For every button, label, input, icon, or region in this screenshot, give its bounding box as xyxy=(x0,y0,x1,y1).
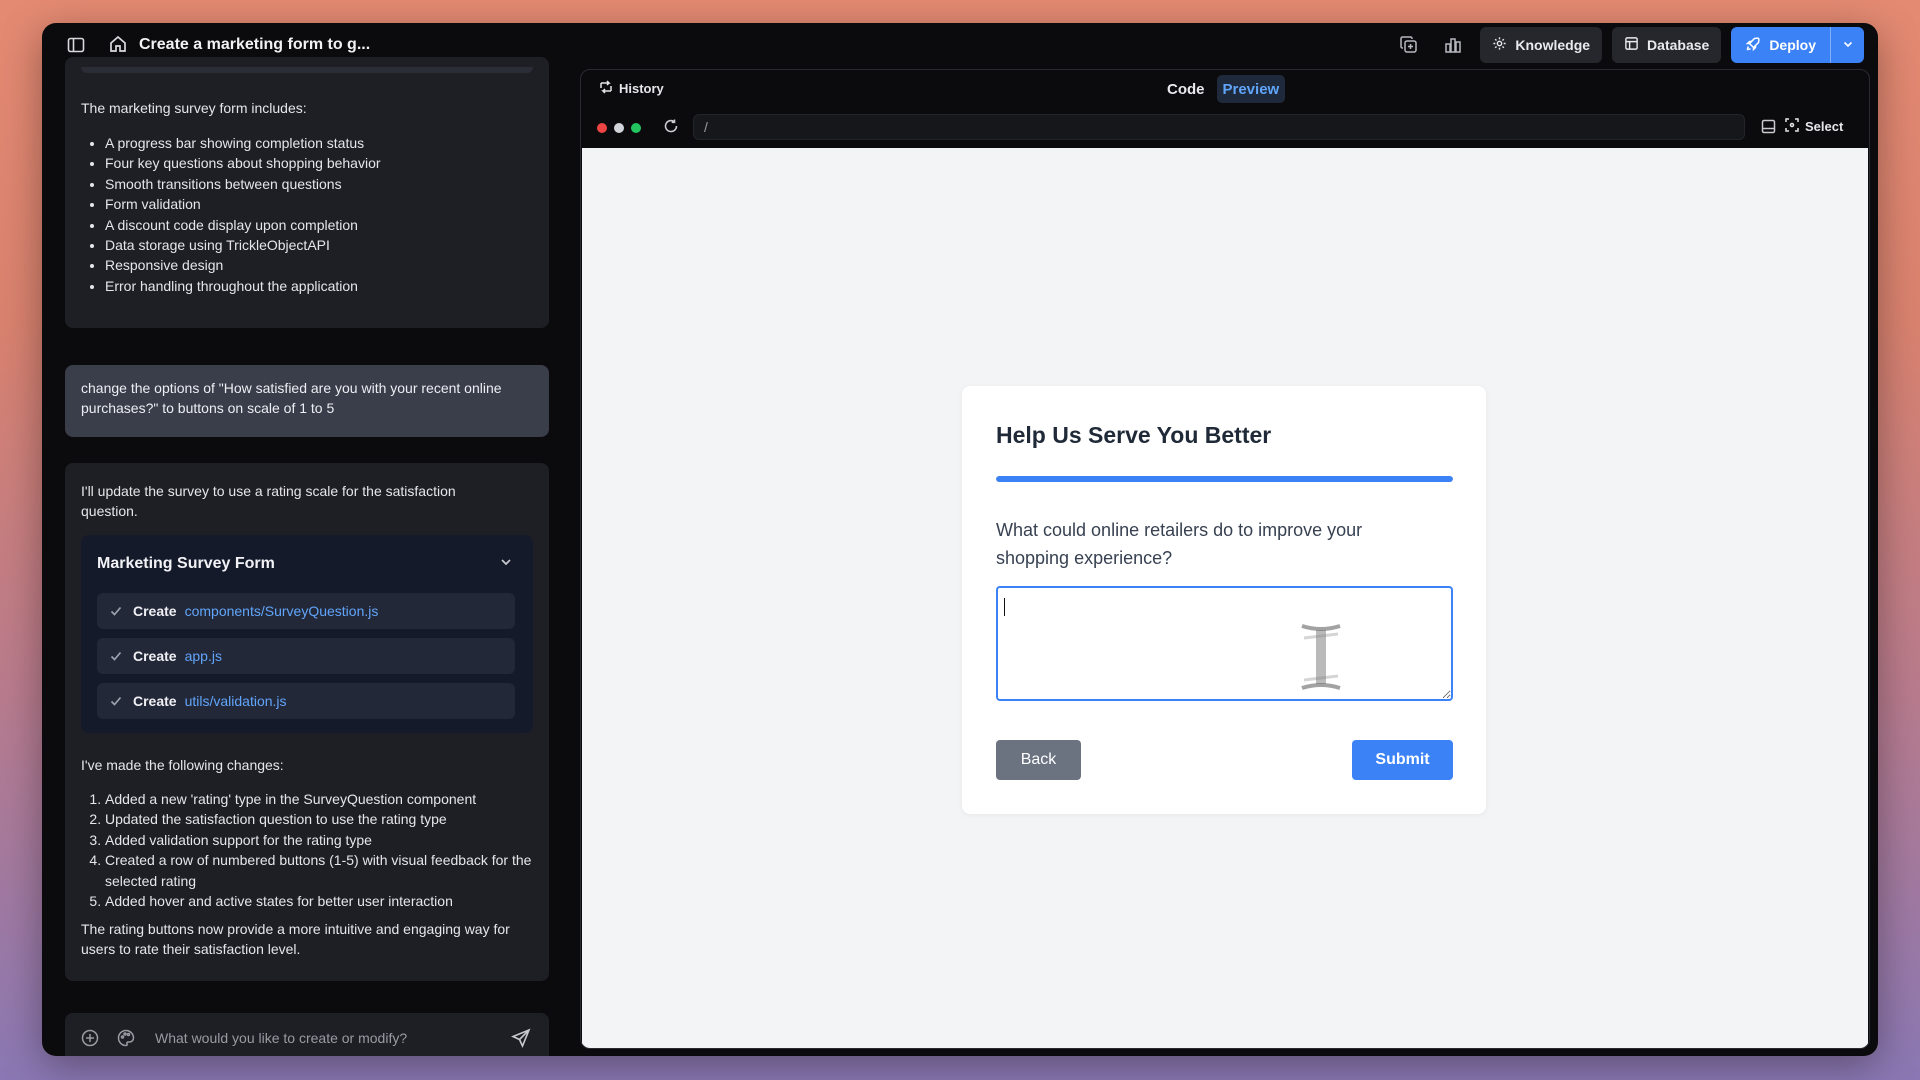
assistant-summary-card: The marketing survey form includes: A pr… xyxy=(65,57,549,328)
home-icon[interactable] xyxy=(108,34,128,54)
knowledge-label: Knowledge xyxy=(1515,37,1591,53)
summary-intro: The marketing survey form includes: xyxy=(81,100,307,116)
text-caret xyxy=(1004,598,1005,616)
database-label: Database xyxy=(1647,37,1710,53)
app-window: Create a marketing form to g... Knowledg… xyxy=(42,23,1878,1056)
select-target-icon xyxy=(1785,118,1799,135)
assistant-response-card: I'll update the survey to use a rating s… xyxy=(65,463,549,981)
window-dots xyxy=(597,123,641,133)
panel-header: History Code Preview xyxy=(581,70,1869,106)
analytics-icon[interactable] xyxy=(1436,28,1470,62)
add-attachment-icon[interactable] xyxy=(81,1029,99,1052)
deploy-button-group: Deploy xyxy=(1731,27,1864,63)
answer-textarea[interactable] xyxy=(996,586,1453,701)
tab-preview[interactable]: Preview xyxy=(1216,75,1286,103)
list-item: Updated the satisfaction question to use… xyxy=(105,809,535,829)
database-table-icon xyxy=(1624,36,1639,54)
file-verb: Create xyxy=(133,603,177,619)
preview-viewport: Help Us Serve You Better What could onli… xyxy=(582,148,1868,1048)
check-icon xyxy=(109,649,125,663)
history-button[interactable]: History xyxy=(599,80,664,97)
list-item: Responsive design xyxy=(105,255,381,275)
artifact-title: Marketing Survey Form xyxy=(97,555,275,572)
list-item: A discount code display upon completion xyxy=(105,215,381,235)
select-label: Select xyxy=(1805,119,1844,134)
list-item: Error handling throughout the applicatio… xyxy=(105,276,381,296)
palette-icon[interactable] xyxy=(117,1029,135,1052)
list-item: Created a row of numbered buttons (1-5) … xyxy=(105,850,535,891)
survey-form-card: Help Us Serve You Better What could onli… xyxy=(962,386,1486,814)
database-button[interactable]: Database xyxy=(1612,27,1722,63)
duplicate-icon[interactable] xyxy=(1392,28,1426,62)
form-title: Help Us Serve You Better xyxy=(996,422,1272,448)
list-item: Smooth transitions between questions xyxy=(105,174,381,194)
send-icon[interactable] xyxy=(510,1028,531,1053)
list-item: Form validation xyxy=(105,194,381,214)
file-path: components/SurveyQuestion.js xyxy=(184,603,379,619)
knowledge-button[interactable]: Knowledge xyxy=(1480,27,1603,63)
progress-bar xyxy=(996,476,1453,482)
collapsed-block xyxy=(81,67,533,73)
chat-panel: The marketing survey form includes: A pr… xyxy=(65,57,549,1056)
artifact-panel: Marketing Survey Form Create components/… xyxy=(81,535,533,733)
history-icon xyxy=(599,80,613,97)
tab-code[interactable]: Code xyxy=(1161,75,1211,103)
preview-panel: History Code Preview / Select Help Us Se… xyxy=(580,69,1870,1049)
app-title: Create a marketing form to g... xyxy=(139,36,371,53)
changes-heading: I've made the following changes: xyxy=(81,757,284,773)
reload-icon[interactable] xyxy=(663,118,679,139)
text-cursor-icon xyxy=(1294,622,1348,697)
knowledge-gear-icon xyxy=(1492,36,1507,54)
gray-dot xyxy=(614,123,624,133)
sidebar-toggle-icon[interactable] xyxy=(66,35,86,55)
changes-list: Added a new 'rating' type in the SurveyQ… xyxy=(105,789,535,911)
list-item: Four key questions about shopping behavi… xyxy=(105,153,381,173)
file-path: utils/validation.js xyxy=(184,693,287,709)
progress-fill xyxy=(996,476,1453,482)
deploy-dropdown-button[interactable] xyxy=(1830,27,1864,63)
file-path: app.js xyxy=(184,648,222,664)
list-item: Data storage using TrickleObjectAPI xyxy=(105,235,381,255)
red-dot xyxy=(597,123,607,133)
rocket-icon xyxy=(1745,36,1761,55)
select-button[interactable]: Select xyxy=(1785,118,1843,135)
check-icon xyxy=(109,694,125,708)
composer-input[interactable]: What would you like to create or modify? xyxy=(155,1030,407,1046)
check-icon xyxy=(109,604,125,618)
toolbar-actions: Knowledge Database Deploy xyxy=(1392,26,1864,64)
file-verb: Create xyxy=(133,648,177,664)
chat-composer: What would you like to create or modify? xyxy=(65,1013,549,1056)
summary-list: A progress bar showing completion status… xyxy=(105,133,381,296)
file-verb: Create xyxy=(133,693,177,709)
browser-bar: / Select xyxy=(581,108,1869,146)
view-tabs: Code Preview xyxy=(1161,75,1286,103)
submit-button[interactable]: Submit xyxy=(1352,740,1453,780)
back-button[interactable]: Back xyxy=(996,740,1081,780)
layout-icon[interactable] xyxy=(1761,119,1776,139)
closing-text: The rating buttons now provide a more in… xyxy=(81,921,510,957)
list-item: Added a new 'rating' type in the SurveyQ… xyxy=(105,789,535,809)
list-item: A progress bar showing completion status xyxy=(105,133,381,153)
file-row-validation[interactable]: Create utils/validation.js xyxy=(97,683,515,719)
list-item: Added hover and active states for better… xyxy=(105,891,535,911)
user-message: change the options of "How satisfied are… xyxy=(65,365,549,437)
assistant-lead: I'll update the survey to use a rating s… xyxy=(81,483,456,519)
history-label: History xyxy=(619,81,664,96)
file-row-app[interactable]: Create app.js xyxy=(97,638,515,674)
deploy-button[interactable]: Deploy xyxy=(1731,27,1830,63)
file-row-survey-question[interactable]: Create components/SurveyQuestion.js xyxy=(97,593,515,629)
question-text: What could online retailers do to improv… xyxy=(996,520,1363,568)
collapse-chevron-icon[interactable] xyxy=(499,555,513,574)
chevron-down-icon xyxy=(1842,37,1854,53)
address-bar[interactable]: / xyxy=(693,114,1745,140)
deploy-label: Deploy xyxy=(1769,37,1816,53)
green-dot xyxy=(631,123,641,133)
list-item: Added validation support for the rating … xyxy=(105,830,535,850)
